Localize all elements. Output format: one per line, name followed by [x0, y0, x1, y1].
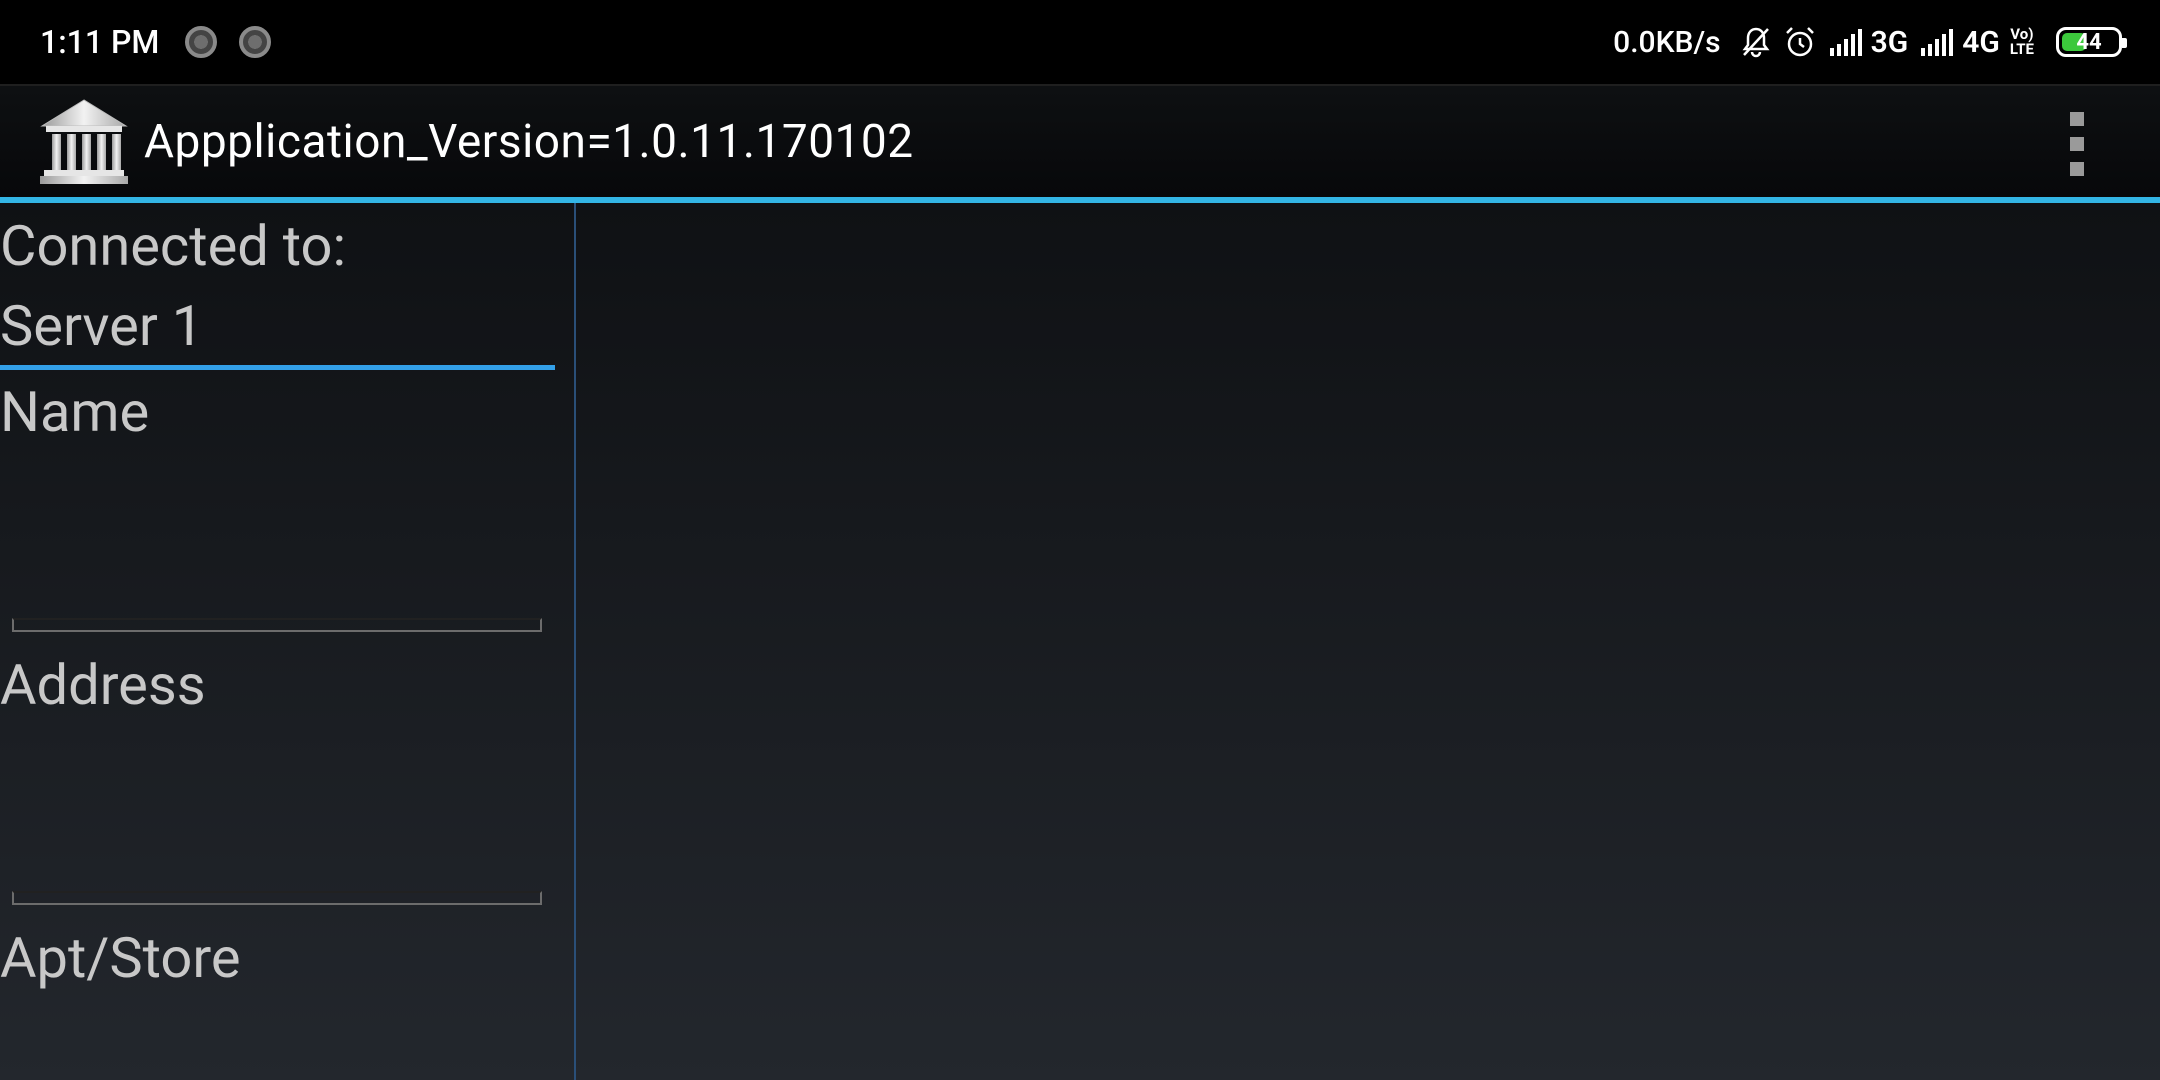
signal-icon [1829, 28, 1865, 56]
battery-level: 44 [2076, 29, 2102, 55]
volte-bottom: LTE [2009, 40, 2034, 58]
spinner-icon [239, 26, 272, 58]
signal-icon [1920, 28, 1956, 56]
menu-dot [2070, 162, 2084, 176]
detail-pane [578, 203, 2160, 1080]
network-type-2: 4G [1962, 24, 2000, 60]
name-field[interactable] [12, 618, 542, 632]
status-bar-left: 1:11 PM [40, 23, 293, 61]
form-pane: Connected to: Server 1 Name Address Apt/… [0, 203, 576, 1080]
address-field[interactable] [12, 891, 542, 905]
spinner-icon [185, 26, 218, 58]
status-bar: 1:11 PM 0.0KB/s 3G 4G Vo) LTE 44 [0, 0, 2160, 84]
menu-dot [2070, 137, 2084, 151]
status-bar-right: 0.0KB/s 3G 4G Vo) LTE 44 [1613, 24, 2127, 60]
name-label: Name [0, 379, 150, 445]
menu-dot [2070, 112, 2084, 126]
battery-icon: 44 [2056, 27, 2127, 57]
address-label: Address [0, 652, 206, 718]
main-content: Connected to: Server 1 Name Address Apt/… [0, 203, 2160, 1080]
volte-icon: Vo) LTE [2010, 27, 2034, 57]
net-speed: 0.0KB/s [1613, 24, 1721, 60]
overflow-menu-icon[interactable] [2070, 112, 2090, 176]
apt-store-label: Apt/Store [0, 925, 241, 991]
server-name[interactable]: Server 1 [0, 293, 203, 359]
alarm-icon [1783, 25, 1817, 59]
connected-label: Connected to: [0, 213, 347, 279]
clock: 1:11 PM [40, 23, 160, 61]
app-title: Appplication_Version=1.0.11.170102 [144, 115, 914, 169]
bell-muted-icon [1741, 26, 1771, 58]
server-underline [0, 365, 555, 370]
action-bar: Appplication_Version=1.0.11.170102 [0, 84, 2160, 198]
bank-building-icon [40, 99, 128, 184]
network-type-1: 3G [1870, 24, 1909, 60]
